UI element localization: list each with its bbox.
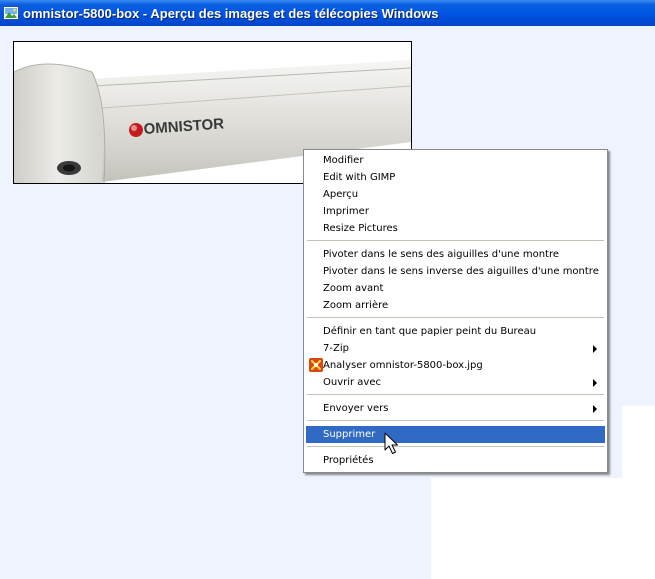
menu-separator xyxy=(307,420,604,421)
menu-item-proprietes[interactable]: Propriétés xyxy=(306,452,605,469)
antivirus-scan-icon xyxy=(309,358,323,372)
window-title: omnistor-5800-box - Aperçu des images et… xyxy=(23,5,439,21)
menu-item-zoom-out[interactable]: Zoom arrière xyxy=(306,297,605,314)
menu-item-edit-with-gimp[interactable]: Edit with GIMP xyxy=(306,169,605,186)
menu-item-resize-pictures[interactable]: Resize Pictures xyxy=(306,220,605,237)
menu-separator xyxy=(307,446,604,447)
image-viewer-icon xyxy=(3,6,19,20)
menu-item-apercu[interactable]: Aperçu xyxy=(306,186,605,203)
submenu-arrow-icon xyxy=(593,345,597,353)
menu-item-envoyer-vers[interactable]: Envoyer vers xyxy=(306,400,605,417)
menu-item-rotate-clockwise[interactable]: Pivoter dans le sens des aiguilles d'une… xyxy=(306,246,605,263)
menu-separator xyxy=(307,317,604,318)
submenu-arrow-icon xyxy=(593,405,597,413)
menu-item-ouvrir-avec[interactable]: Ouvrir avec xyxy=(306,374,605,391)
menu-item-analyser[interactable]: Analyser omnistor-5800-box.jpg xyxy=(306,357,605,374)
menu-item-modifier[interactable]: Modifier xyxy=(306,152,605,169)
submenu-arrow-icon xyxy=(593,379,597,387)
menu-item-rotate-counterclockwise[interactable]: Pivoter dans le sens inverse des aiguill… xyxy=(306,263,605,280)
window-title-bar[interactable]: omnistor-5800-box - Aperçu des images et… xyxy=(0,0,655,26)
background-patch xyxy=(431,478,655,579)
menu-item-7zip[interactable]: 7-Zip xyxy=(306,340,605,357)
mouse-cursor-icon xyxy=(384,432,398,454)
menu-separator xyxy=(307,394,604,395)
menu-item-zoom-in[interactable]: Zoom avant xyxy=(306,280,605,297)
menu-item-supprimer[interactable]: Supprimer xyxy=(306,426,605,443)
context-menu[interactable]: Modifier Edit with GIMP Aperçu Imprimer … xyxy=(303,149,608,473)
menu-item-set-wallpaper[interactable]: Définir en tant que papier peint du Bure… xyxy=(306,323,605,340)
menu-item-imprimer[interactable]: Imprimer xyxy=(306,203,605,220)
menu-separator xyxy=(307,240,604,241)
